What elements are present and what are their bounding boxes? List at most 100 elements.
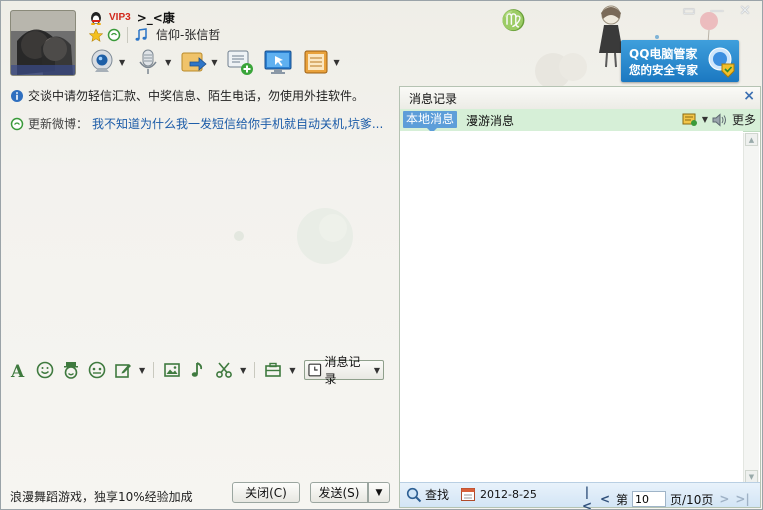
qq-pc-manager-banner[interactable]: QQ电脑管家 您的安全专家 bbox=[621, 40, 739, 82]
safety-notice: 交谈中请勿轻信汇款、中奖信息、陌生电话，勿使用外挂软件。 bbox=[10, 87, 364, 104]
chevron-down-icon[interactable]: ▼ bbox=[119, 58, 125, 67]
restore-button[interactable]: — bbox=[706, 3, 728, 19]
message-history-panel: 消息记录 × 本地消息 漫游消息 ▼ 更多 ▲ ▼ 查找 2012-8-25 |… bbox=[399, 86, 761, 509]
chat-window: ♍ ▭ — ✕ VIP3 >_<康 信仰-张信哲 ▼ ▼ ▼ ▼ QQ电脑管家 … bbox=[0, 0, 763, 510]
weibo-status-icon[interactable] bbox=[107, 28, 121, 42]
shield-icon bbox=[708, 47, 735, 78]
file-transfer-icon bbox=[181, 52, 207, 72]
history-tabs: 本地消息 漫游消息 ▼ 更多 bbox=[400, 109, 760, 133]
remote-desktop-icon bbox=[264, 50, 292, 74]
chat-toolbar: ▼ ▼ ▼ ▼ bbox=[87, 47, 340, 77]
chevron-down-icon[interactable]: ▼ bbox=[702, 115, 708, 124]
history-panel-header: 消息记录 × bbox=[400, 87, 760, 110]
contact-header: VIP3 >_<康 bbox=[89, 9, 175, 26]
tab-local-messages[interactable]: 本地消息 bbox=[403, 111, 458, 133]
contact-signature: 信仰-张信哲 bbox=[156, 28, 221, 42]
send-options-dropdown[interactable]: ▼ bbox=[368, 482, 390, 503]
history-scrollbar[interactable]: ▲ ▼ bbox=[743, 133, 759, 483]
message-display-area[interactable] bbox=[7, 136, 395, 356]
window-controls: ▭ — ✕ bbox=[678, 3, 756, 19]
history-tools: ▼ 更多 bbox=[682, 111, 756, 128]
input-toolbar: A ▼ ▼ ▼ bbox=[9, 360, 295, 380]
chevron-down-icon[interactable]: ▼ bbox=[211, 58, 217, 67]
doodle-icon[interactable] bbox=[87, 360, 107, 380]
pagination: |< < 第 页/10页 > >| bbox=[580, 485, 750, 509]
history-footer: 查找 2012-8-25 |< < 第 页/10页 > >| bbox=[400, 482, 760, 509]
search-button[interactable]: 查找 bbox=[406, 486, 449, 503]
star-icon[interactable] bbox=[89, 27, 103, 42]
app-box-icon bbox=[304, 50, 328, 74]
svg-text:♍: ♍ bbox=[501, 8, 526, 32]
microphone-icon bbox=[139, 49, 157, 74]
date-picker[interactable]: 2012-8-25 bbox=[460, 486, 537, 502]
banner-title: QQ电脑管家 bbox=[629, 47, 698, 61]
game-promo-text[interactable]: 浪漫舞蹈游戏，独享10%经验加成 bbox=[10, 488, 193, 505]
chat-add-icon bbox=[227, 50, 254, 75]
message-input-area[interactable] bbox=[7, 383, 395, 477]
scissors-icon[interactable] bbox=[214, 360, 234, 380]
close-window-button[interactable]: ✕ bbox=[734, 3, 756, 19]
create-discussion-button[interactable] bbox=[225, 47, 255, 77]
safety-notice-text: 交谈中请勿轻信汇款、中奖信息、陌生电话，勿使用外挂软件。 bbox=[28, 89, 365, 103]
contact-status-row: 信仰-张信哲 bbox=[89, 26, 220, 43]
next-page-button[interactable]: > bbox=[717, 492, 731, 506]
image-icon[interactable] bbox=[162, 360, 182, 380]
weibo-update: 更新微博： 我不知道为什么我一发短信给你手机就自动关机,坑爹... bbox=[10, 115, 383, 132]
emoji-icon[interactable] bbox=[35, 360, 55, 380]
chevron-down-icon[interactable]: ▼ bbox=[289, 366, 295, 375]
video-call-button[interactable]: ▼ bbox=[87, 47, 125, 77]
toolbar-separator bbox=[254, 362, 256, 378]
toolbar-separator bbox=[153, 362, 155, 378]
music-icon[interactable] bbox=[188, 360, 208, 380]
app-box-button[interactable]: ▼ bbox=[301, 47, 340, 77]
chevron-down-icon: ▼ bbox=[373, 365, 380, 375]
chevron-down-icon[interactable]: ▼ bbox=[165, 58, 171, 67]
scroll-up-button[interactable]: ▲ bbox=[745, 133, 758, 146]
message-history-button[interactable]: 消息记录 ▼ bbox=[304, 355, 384, 386]
app-toolbox-icon[interactable] bbox=[263, 360, 283, 380]
voice-call-button[interactable]: ▼ bbox=[133, 47, 171, 77]
history-message-list[interactable] bbox=[400, 131, 743, 483]
page-number-input[interactable] bbox=[632, 491, 667, 507]
message-manager-icon[interactable] bbox=[682, 113, 698, 127]
font-icon[interactable]: A bbox=[9, 360, 29, 380]
send-button[interactable]: 发送(S) bbox=[310, 482, 368, 503]
music-note-icon[interactable] bbox=[134, 27, 148, 42]
close-button[interactable]: 关闭(C) bbox=[232, 482, 300, 503]
tab-roaming-messages[interactable]: 漫游消息 bbox=[466, 112, 514, 129]
weibo-post-link[interactable]: 我不知道为什么我一发短信给你手机就自动关机,坑爹... bbox=[92, 115, 383, 132]
vip-badge[interactable]: VIP3 bbox=[109, 12, 131, 23]
speaker-icon[interactable] bbox=[712, 112, 728, 127]
clock-icon bbox=[308, 363, 322, 377]
page-suffix: 页/10页 bbox=[670, 492, 714, 507]
message-history-label: 消息记录 bbox=[324, 355, 361, 386]
magic-face-icon[interactable] bbox=[61, 360, 81, 380]
chevron-down-icon[interactable]: ▼ bbox=[139, 366, 145, 375]
chevron-down-icon[interactable]: ▼ bbox=[240, 366, 246, 375]
last-page-button[interactable]: >| bbox=[735, 492, 749, 506]
remote-assist-button[interactable] bbox=[263, 47, 293, 77]
chevron-down-icon[interactable]: ▼ bbox=[333, 58, 339, 67]
webcam-icon bbox=[91, 49, 113, 72]
more-button[interactable]: 更多 bbox=[732, 111, 756, 128]
header-separator bbox=[127, 26, 128, 43]
first-page-button[interactable]: |< bbox=[580, 485, 594, 509]
search-label: 查找 bbox=[425, 488, 450, 502]
contact-nickname: >_<康 bbox=[136, 11, 175, 25]
close-icon[interactable]: × bbox=[743, 88, 755, 104]
weibo-label: 更新微博： bbox=[28, 117, 89, 131]
qq-penguin-icon bbox=[91, 11, 101, 25]
watermark-art bbox=[234, 208, 353, 264]
page-prefix: 第 bbox=[616, 492, 629, 507]
file-transfer-button[interactable]: ▼ bbox=[179, 47, 217, 77]
info-icon bbox=[11, 89, 23, 102]
avatar[interactable] bbox=[10, 10, 76, 76]
search-icon bbox=[406, 487, 422, 502]
prev-page-button[interactable]: < bbox=[598, 492, 612, 506]
selected-date: 2012-8-25 bbox=[480, 487, 537, 501]
calendar-icon bbox=[461, 488, 475, 501]
weibo-icon bbox=[10, 117, 24, 130]
minimize-button[interactable]: ▭ bbox=[678, 3, 700, 19]
banner-subtitle: 您的安全专家 bbox=[629, 63, 698, 77]
screenshot-edit-icon[interactable] bbox=[113, 360, 133, 380]
